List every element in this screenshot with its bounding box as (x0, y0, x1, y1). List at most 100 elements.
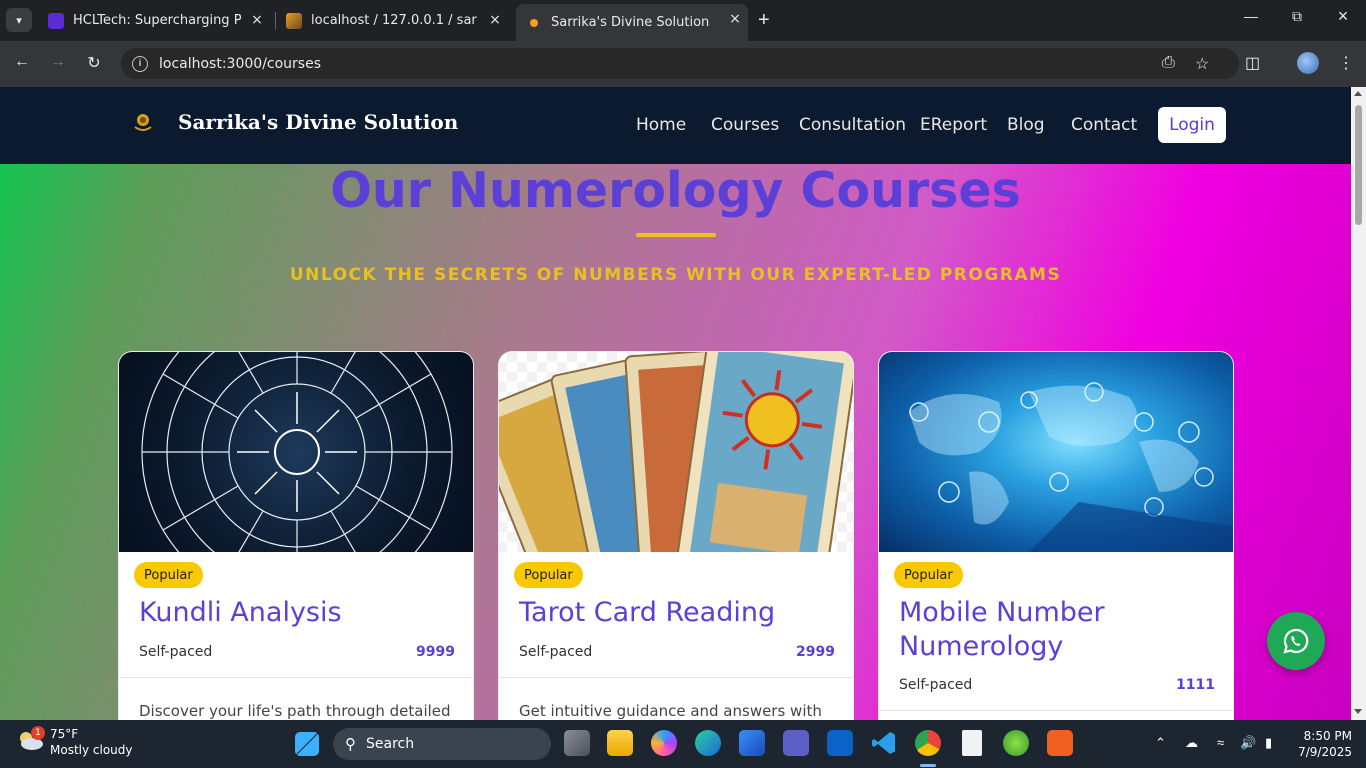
tab-separator (275, 12, 276, 30)
teams-icon[interactable] (783, 730, 809, 756)
address-bar[interactable]: i localhost:3000/courses ⎙ ☆ (121, 48, 1239, 79)
tab-sarrika-active[interactable]: Sarrika's Divine Solution × (516, 4, 748, 41)
course-price: 2999 (796, 644, 835, 660)
taskbar-clock[interactable]: 8:50 PM 7/9/2025 (1290, 728, 1352, 760)
nav-home[interactable]: Home (636, 115, 686, 135)
course-title[interactable]: Mobile Number Numerology (899, 596, 1219, 664)
restore-icon[interactable]: ⧉ (1285, 8, 1309, 25)
minimize-icon[interactable]: — (1239, 8, 1263, 24)
spring-tool-icon[interactable] (1003, 730, 1029, 756)
popular-badge: Popular (894, 562, 963, 588)
nav-blog[interactable]: Blog (1007, 115, 1045, 135)
weather-temperature: 75°F (50, 727, 79, 741)
clock-date: 7/9/2025 (1298, 745, 1352, 759)
forward-arrow-icon[interactable]: → (47, 53, 69, 71)
install-app-icon[interactable]: ⎙ (1162, 54, 1175, 72)
profile-avatar[interactable] (1297, 52, 1319, 74)
course-title[interactable]: Tarot Card Reading (519, 596, 839, 630)
tab-search-button[interactable]: ▾ (6, 8, 32, 32)
xampp-icon[interactable] (1047, 730, 1073, 756)
chrome-icon[interactable] (915, 730, 941, 756)
copilot-icon[interactable] (651, 730, 677, 756)
course-card-tarot[interactable]: Popular Tarot Card Reading Self-paced 29… (498, 351, 854, 720)
site-brand[interactable]: Sarrika's Divine Solution (178, 110, 458, 134)
course-description: Discover your life's path through detail… (139, 702, 451, 720)
card-divider (119, 677, 473, 678)
onedrive-icon[interactable]: ☁ (1185, 735, 1198, 751)
title-underline (636, 233, 716, 237)
nav-contact[interactable]: Contact (1071, 115, 1137, 135)
weather-notification-badge: 1 (31, 726, 45, 740)
popular-badge: Popular (134, 562, 203, 588)
wifi-icon[interactable]: ≈ (1217, 735, 1224, 750)
weather-description: Mostly cloudy (50, 743, 133, 757)
course-meta: Self-paced 2999 (519, 644, 835, 660)
card-divider (879, 710, 1233, 711)
scroll-down-arrow-icon[interactable] (1354, 709, 1362, 714)
course-title[interactable]: Kundli Analysis (139, 596, 459, 630)
show-hidden-icons[interactable]: ⌃ (1155, 735, 1166, 751)
course-pace: Self-paced (519, 644, 593, 660)
extensions-icon[interactable]: ◫ (1245, 53, 1260, 73)
login-button[interactable]: Login (1158, 107, 1226, 143)
phpmyadmin-favicon-icon (286, 12, 302, 29)
site-header: Sarrika's Divine Solution Home Courses C… (0, 87, 1351, 164)
vscode-icon[interactable] (871, 730, 897, 756)
volume-icon[interactable]: 🔊 (1240, 735, 1256, 751)
scrollbar-thumb[interactable] (1355, 105, 1362, 225)
windows-taskbar: 75°F Mostly cloudy ⚲ Search ⌃ ☁ ≈ 🔊 ▮ 8:… (0, 720, 1366, 768)
task-view-icon[interactable] (564, 730, 590, 756)
page-title: Our Numerology Courses (330, 162, 1021, 219)
course-meta: Self-paced 1111 (899, 677, 1215, 693)
zodiac-wheel-image (119, 352, 473, 552)
course-price: 9999 (416, 644, 455, 660)
back-arrow-icon[interactable]: ← (11, 53, 33, 71)
close-tab-icon[interactable]: × (728, 12, 742, 26)
nav-ereport[interactable]: EReport (920, 115, 987, 135)
close-tab-icon[interactable]: × (488, 13, 502, 27)
browser-tab-bar: ▾ HCLTech: Supercharging Progre × localh… (0, 0, 1366, 41)
chrome-active-indicator (920, 764, 936, 767)
course-card-kundli[interactable]: Popular Kundli Analysis Self-paced 9999 … (118, 351, 474, 720)
tarot-cards-image (499, 352, 853, 552)
new-tab-button[interactable]: + (758, 9, 770, 31)
file-explorer-icon[interactable] (607, 730, 633, 756)
world-network-image (879, 352, 1233, 552)
tab-hcltech[interactable]: HCLTech: Supercharging Progre × (48, 5, 270, 36)
whatsapp-icon (1283, 628, 1309, 654)
logo-icon (134, 114, 152, 131)
battery-icon[interactable]: ▮ (1265, 735, 1272, 751)
page-scrollbar[interactable] (1351, 87, 1366, 720)
search-icon: ⚲ (345, 735, 356, 753)
windows-start-icon[interactable] (295, 732, 319, 756)
clock-time: 8:50 PM (1303, 729, 1352, 743)
more-menu-icon[interactable]: ⋮ (1338, 53, 1354, 73)
bookmark-star-icon[interactable]: ☆ (1195, 54, 1209, 74)
taskbar-search[interactable]: ⚲ Search (333, 728, 551, 760)
notepad-icon[interactable] (962, 730, 982, 756)
site-favicon-icon (530, 18, 538, 27)
browser-toolbar: ← → ↻ i localhost:3000/courses ⎙ ☆ ◫ (0, 41, 1366, 87)
hcltech-favicon-icon (48, 12, 64, 29)
site-info-icon[interactable]: i (132, 55, 148, 72)
nav-courses[interactable]: Courses (711, 115, 779, 135)
course-description: Get intuitive guidance and answers with (519, 702, 822, 720)
page-viewport: Sarrika's Divine Solution Home Courses C… (0, 87, 1351, 720)
whatsapp-chat-button[interactable] (1267, 612, 1325, 670)
card-divider (499, 677, 853, 678)
course-card-mobile-numerology[interactable]: Popular Mobile Number Numerology Self-pa… (878, 351, 1234, 720)
edge-icon[interactable] (695, 730, 721, 756)
reload-icon[interactable]: ↻ (83, 53, 105, 73)
outlook-icon[interactable] (827, 730, 853, 756)
popular-badge: Popular (514, 562, 583, 588)
course-pace: Self-paced (899, 677, 973, 693)
store-icon[interactable] (739, 730, 765, 756)
course-pace: Self-paced (139, 644, 213, 660)
tab-phpmyadmin[interactable]: localhost / 127.0.0.1 / sarrikas_c × (286, 5, 508, 36)
close-tab-icon[interactable]: × (250, 13, 264, 27)
nav-consultation[interactable]: Consultation (799, 115, 906, 135)
course-meta: Self-paced 9999 (139, 644, 455, 660)
close-window-icon[interactable]: × (1331, 6, 1355, 27)
course-price: 1111 (1176, 677, 1215, 693)
scroll-up-arrow-icon[interactable] (1354, 91, 1362, 96)
